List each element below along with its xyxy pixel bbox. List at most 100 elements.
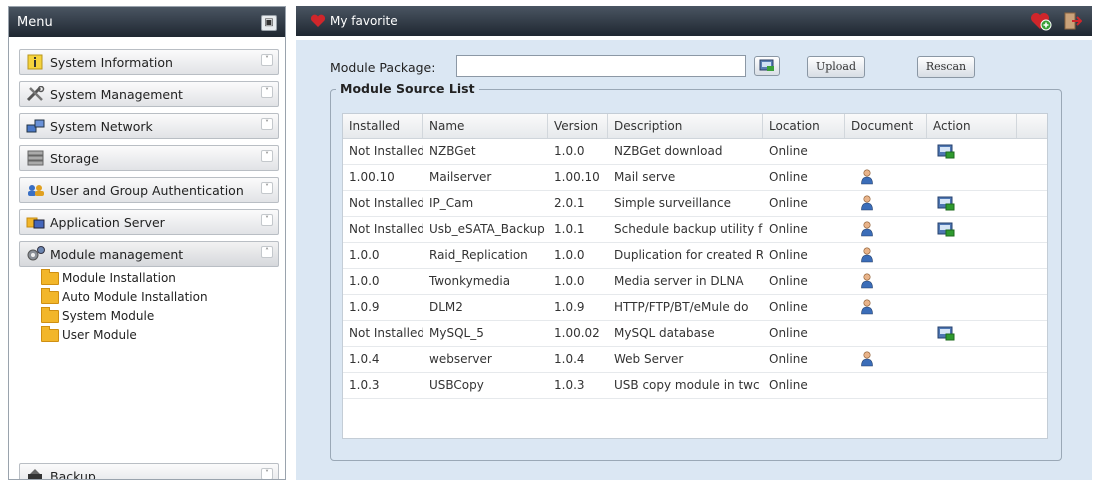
install-icon[interactable]	[937, 326, 955, 341]
menu-header: Menu ▣	[9, 7, 285, 37]
table-row[interactable]: Not Installed NZBGet 1.0.0 NZBGet download O…	[343, 138, 1047, 165]
cell-installed: 1.0.0	[349, 274, 380, 288]
install-icon[interactable]	[937, 196, 955, 211]
menu-item-backup[interactable]: Backup ˅	[19, 463, 279, 479]
menu-item-user-group-authentication[interactable]: User and Group Authentication ˅	[19, 177, 279, 203]
module-package-input[interactable]	[456, 55, 746, 77]
menu-item-label: System Management	[50, 86, 183, 102]
cell-version: 1.00.02	[554, 326, 600, 340]
cell-installed: 1.0.4	[349, 352, 380, 366]
cell-location: Online	[769, 170, 808, 184]
browse-icon	[759, 59, 774, 71]
cell-installed: 1.0.0	[349, 248, 380, 262]
cell-location: Online	[769, 144, 808, 158]
menu-item-label: Module management	[50, 246, 184, 262]
table-row[interactable]: Not Installed Usb_eSATA_Backup 1.0.1 Schedu…	[343, 216, 1047, 243]
content-area: Module Package: Upload Rescan Module Sou…	[296, 40, 1092, 480]
column-header-installed[interactable]: Installed	[343, 114, 423, 138]
favorite-label[interactable]: My favorite	[330, 14, 398, 28]
table-row[interactable]: 1.0.3 USBCopy 1.0.3 USB copy module in twc O…	[343, 372, 1047, 399]
install-icon[interactable]	[937, 144, 955, 159]
cell-description: HTTP/FTP/BT/eMule do	[614, 300, 749, 314]
collapse-icon[interactable]: ▣	[261, 15, 277, 31]
submenu-auto-module-installation[interactable]: Auto Module Installation	[41, 287, 208, 306]
expand-icon[interactable]: ˅	[261, 86, 273, 98]
cell-version: 1.0.0	[554, 274, 585, 288]
collapse-arrow-icon[interactable]: ˄	[261, 246, 273, 258]
menu-title: Menu	[17, 14, 53, 30]
cell-description: NZBGet download	[614, 144, 723, 158]
cell-name: NZBGet	[429, 144, 476, 158]
cell-name: webserver	[429, 352, 492, 366]
menu-item-application-server[interactable]: Application Server ˅	[19, 209, 279, 235]
upload-button[interactable]: Upload	[807, 56, 865, 78]
install-icon[interactable]	[937, 222, 955, 237]
expand-icon[interactable]: ˅	[261, 150, 273, 162]
backup-icon	[28, 469, 42, 479]
cell-description: Duplication for created R	[614, 248, 763, 262]
column-header-location[interactable]: Location	[763, 114, 845, 138]
submenu-module-installation[interactable]: Module Installation	[41, 268, 176, 287]
cell-description: Mail serve	[614, 170, 676, 184]
cell-location: Online	[769, 300, 808, 314]
table-row[interactable]: Not Installed IP_Cam 2.0.1 Simple surveilla…	[343, 190, 1047, 217]
submenu-label: User Module	[62, 328, 137, 342]
app-server-icon	[26, 217, 45, 229]
expand-icon[interactable]: ˅	[261, 214, 273, 226]
menu-item-system-network[interactable]: System Network ˅	[19, 113, 279, 139]
user-doc-icon[interactable]	[860, 247, 874, 263]
user-doc-icon[interactable]	[860, 221, 874, 237]
table-row[interactable]: 1.00.10 Mailserver 1.00.10 Mail serve Online	[343, 164, 1047, 191]
cell-name: MySQL_5	[429, 326, 484, 340]
logout-icon[interactable]	[1062, 11, 1082, 31]
expand-icon[interactable]: ˅	[261, 54, 273, 66]
menu-item-module-management[interactable]: Module management ˄	[19, 241, 279, 267]
cell-installed: Not Installed	[349, 144, 423, 158]
network-icon	[26, 119, 45, 133]
expand-icon[interactable]: ˅	[261, 118, 273, 130]
browse-button[interactable]	[754, 56, 780, 76]
submenu-label: Module Installation	[62, 271, 176, 285]
submenu-system-module[interactable]: System Module	[41, 306, 154, 325]
rescan-button[interactable]: Rescan	[917, 56, 975, 78]
cell-name: USBCopy	[429, 378, 484, 392]
heart-icon[interactable]	[310, 14, 326, 28]
user-doc-icon[interactable]	[860, 273, 874, 289]
cell-installed: 1.0.3	[349, 378, 380, 392]
user-doc-icon[interactable]	[860, 195, 874, 211]
table-row[interactable]: 1.0.9 DLM2 1.0.9 HTTP/FTP/BT/eMule do Online	[343, 294, 1047, 321]
submenu-label: Auto Module Installation	[62, 290, 208, 304]
column-header-version[interactable]: Version	[548, 114, 608, 138]
table-header: Installed Name Version Description Locat…	[343, 114, 1047, 139]
column-header-document[interactable]: Document	[845, 114, 927, 138]
cell-name: Usb_eSATA_Backup	[429, 222, 545, 236]
cell-installed: Not Installed	[349, 222, 423, 236]
column-header-description[interactable]: Description	[608, 114, 763, 138]
module-table: Installed Name Version Description Locat…	[342, 113, 1048, 439]
table-row[interactable]: 1.0.0 Twonkymedia 1.0.0 Media server in DLN…	[343, 268, 1047, 295]
cell-version: 1.00.10	[554, 170, 600, 184]
expand-icon[interactable]: ˅	[261, 468, 273, 479]
menu-item-system-management[interactable]: System Management ˅	[19, 81, 279, 107]
cell-location: Online	[769, 378, 808, 392]
menu-item-label: User and Group Authentication	[50, 182, 244, 198]
user-doc-icon[interactable]	[860, 351, 874, 367]
table-row[interactable]: 1.0.4 webserver 1.0.4 Web Server Online	[343, 346, 1047, 373]
cell-location: Online	[769, 248, 808, 262]
menu-item-storage[interactable]: Storage ˅	[19, 145, 279, 171]
menu-item-system-information[interactable]: System Information ˅	[19, 49, 279, 75]
folder-icon	[41, 268, 59, 285]
cell-description: Web Server	[614, 352, 684, 366]
cell-version: 1.0.4	[554, 352, 585, 366]
column-header-name[interactable]: Name	[423, 114, 548, 138]
expand-icon[interactable]: ˅	[261, 182, 273, 194]
table-row[interactable]: 1.0.0 Raid_Replication 1.0.0 Duplication fo…	[343, 242, 1047, 269]
add-favorite-icon[interactable]	[1030, 11, 1052, 31]
user-doc-icon[interactable]	[860, 169, 874, 185]
user-doc-icon[interactable]	[860, 299, 874, 315]
submenu-user-module[interactable]: User Module	[41, 325, 137, 344]
menu-item-label: System Information	[50, 54, 173, 70]
cell-description: MySQL database	[614, 326, 715, 340]
column-header-action[interactable]: Action	[927, 114, 1017, 138]
table-row[interactable]: Not Installed MySQL_5 1.00.02 MySQL databas…	[343, 320, 1047, 347]
